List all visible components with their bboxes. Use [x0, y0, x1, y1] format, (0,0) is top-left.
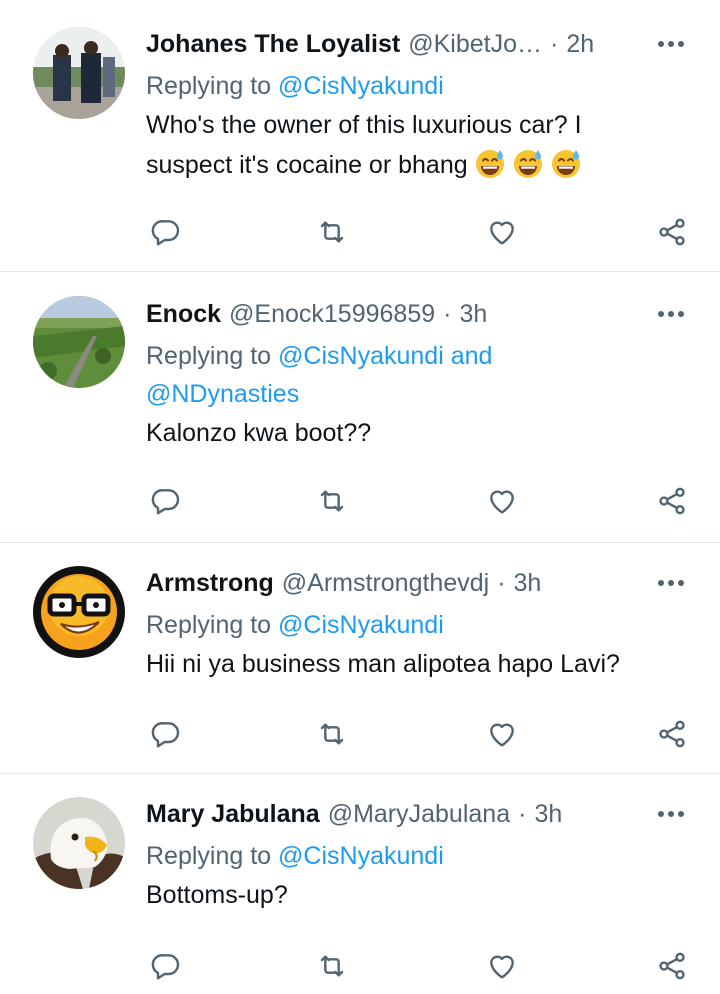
user-handle[interactable]: @KibetJo…: [408, 29, 542, 59]
more-icon[interactable]: [654, 566, 688, 600]
separator-dot: ·: [518, 800, 527, 828]
replying-to: Replying to @CisNyakundi: [146, 606, 690, 644]
replying-to: Replying to @CisNyakundi: [146, 837, 690, 875]
timestamp[interactable]: 3h: [459, 299, 487, 329]
separator-dot: ·: [443, 300, 452, 328]
like-icon[interactable]: [482, 714, 522, 754]
avatar[interactable]: [33, 566, 125, 658]
retweet-icon[interactable]: [312, 481, 352, 521]
tweet-actions: [146, 481, 690, 521]
display-name[interactable]: Mary Jabulana: [146, 799, 320, 829]
replying-to-label: Replying to: [146, 611, 272, 639]
user-handle[interactable]: @Armstrongthevdj: [282, 568, 489, 598]
more-icon[interactable]: [654, 27, 688, 61]
share-icon[interactable]: [652, 946, 692, 986]
mention-link[interactable]: @NDynasties: [146, 380, 299, 408]
tweet-text: Hii ni ya business man alipotea hapo Lav…: [146, 650, 620, 678]
mention-joiner: and: [450, 342, 493, 370]
mention-link[interactable]: @CisNyakundi: [278, 611, 444, 639]
tweet-text: Who's the owner of this luxurious car? I…: [146, 105, 690, 185]
replying-to-label: Replying to: [146, 842, 272, 870]
more-icon[interactable]: [654, 797, 688, 831]
tweet-3[interactable]: Armstrong @Armstrongthevdj · 3h Replying…: [0, 543, 720, 774]
replying-to-label: Replying to: [146, 342, 272, 370]
tweet-actions: [146, 714, 690, 754]
display-name[interactable]: Johanes The Loyalist: [146, 29, 400, 59]
tweet-text: Kalonzo kwa boot??: [146, 419, 372, 447]
tweet-2[interactable]: Enock @Enock15996859 · 3h Replying to @C…: [0, 272, 720, 543]
tweet-actions: [146, 946, 690, 986]
mention-link[interactable]: @CisNyakundi: [278, 72, 444, 100]
tweet-text: Bottoms-up?: [146, 881, 288, 909]
mention-link[interactable]: @CisNyakundi: [278, 342, 444, 370]
tweet-text-line: Who's the owner of this luxurious car? I: [146, 111, 582, 139]
like-icon[interactable]: [482, 946, 522, 986]
share-icon[interactable]: [652, 212, 692, 252]
retweet-icon[interactable]: [312, 212, 352, 252]
sweat-smile-emoji-icon: [550, 147, 582, 179]
avatar[interactable]: [33, 797, 125, 889]
tweet-4[interactable]: Mary Jabulana @MaryJabulana · 3h Replyin…: [0, 774, 720, 994]
mention-link[interactable]: @CisNyakundi: [278, 842, 444, 870]
user-handle[interactable]: @MaryJabulana: [328, 799, 510, 829]
reply-icon[interactable]: [146, 212, 186, 252]
display-name[interactable]: Armstrong: [146, 568, 274, 598]
timestamp[interactable]: 3h: [534, 799, 562, 829]
sweat-smile-emoji-icon: [512, 147, 544, 179]
more-icon[interactable]: [654, 297, 688, 331]
reply-icon[interactable]: [146, 714, 186, 754]
retweet-icon[interactable]: [312, 714, 352, 754]
avatar[interactable]: [33, 296, 125, 388]
timestamp[interactable]: 2h: [566, 29, 594, 59]
display-name[interactable]: Enock: [146, 299, 221, 329]
tweet-text-line: suspect it's cocaine or bhang: [146, 151, 468, 179]
replying-to: Replying to @CisNyakundi: [146, 67, 690, 105]
tweet-1[interactable]: Johanes The Loyalist @KibetJo… · 2h Repl…: [0, 0, 720, 272]
separator-dot: ·: [550, 30, 559, 58]
timestamp[interactable]: 3h: [514, 568, 542, 598]
like-icon[interactable]: [482, 481, 522, 521]
separator-dot: ·: [497, 569, 506, 597]
tweet-actions: [146, 212, 690, 252]
share-icon[interactable]: [652, 714, 692, 754]
like-icon[interactable]: [482, 212, 522, 252]
reply-icon[interactable]: [146, 481, 186, 521]
sweat-smile-emoji-icon: [474, 147, 506, 179]
avatar[interactable]: [33, 27, 125, 119]
reply-icon[interactable]: [146, 946, 186, 986]
user-handle[interactable]: @Enock15996859: [229, 299, 435, 329]
replying-to-label: Replying to: [146, 72, 272, 100]
replying-to: Replying to @CisNyakundi and @NDynasties: [146, 337, 690, 413]
retweet-icon[interactable]: [312, 946, 352, 986]
share-icon[interactable]: [652, 481, 692, 521]
